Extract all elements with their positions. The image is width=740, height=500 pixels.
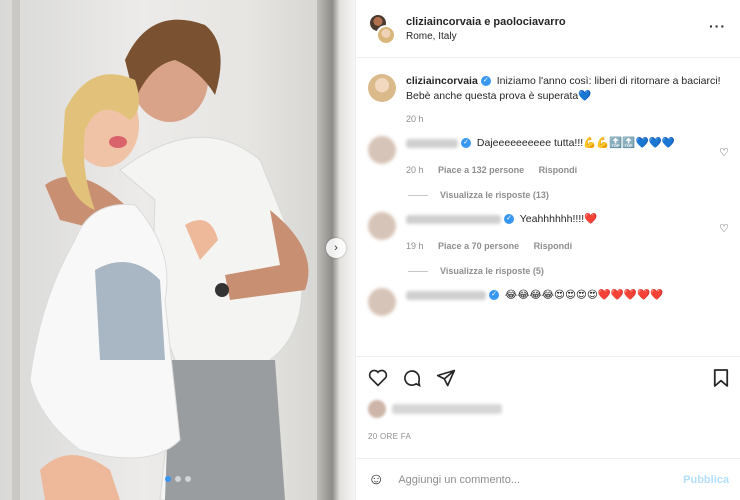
verified-icon: ✓: [489, 290, 499, 301]
comment-username-blurred[interactable]: [406, 138, 458, 148]
post-authors[interactable]: cliziaincorvaia e paolociavarro: [406, 16, 566, 28]
post-actions: [356, 356, 740, 398]
post-panel: cliziaincorvaia e paolociavarro Rome, It…: [355, 0, 740, 500]
carousel-dot: [184, 476, 191, 482]
likes-summary-blurred[interactable]: [368, 400, 502, 418]
comment-likes[interactable]: Piace a 132 persone: [438, 165, 524, 175]
carousel-dot: [174, 476, 181, 482]
verified-icon: ✓: [461, 138, 471, 149]
caption-time: 20 h: [406, 114, 424, 124]
comment-username-blurred[interactable]: [406, 214, 501, 224]
avatar[interactable]: [368, 136, 396, 164]
heart-icon[interactable]: [368, 369, 388, 387]
likes-text-blurred: [392, 404, 502, 414]
publish-button[interactable]: Pubblica: [683, 474, 729, 486]
share-icon[interactable]: [436, 368, 456, 388]
avatar[interactable]: [376, 24, 396, 45]
verified-icon: ✓: [504, 214, 514, 225]
carousel-dot: [164, 476, 171, 482]
comment: ✓ Dajeeeeeeeeee tutta!!!💪💪🔝🔝💙💙💙 20 h Pia…: [356, 124, 740, 178]
collab-avatars[interactable]: [368, 12, 396, 45]
post-location[interactable]: Rome, Italy: [406, 31, 566, 42]
comment: ✓ 😂😂😂😂😍😍😍😍❤️❤️❤️❤️❤️: [356, 276, 740, 316]
next-photo-button[interactable]: ›: [326, 238, 346, 258]
post-time-ago: 20 ORE FA: [368, 432, 412, 441]
reply-button[interactable]: Rispondi: [534, 241, 573, 251]
comment-time: 19 h: [406, 241, 424, 251]
avatar[interactable]: [368, 212, 396, 240]
comment: ✓ Yeahhhhhh!!!!❤️ 19 h Piace a 70 person…: [356, 200, 740, 254]
avatar[interactable]: [368, 74, 396, 102]
avatar[interactable]: [368, 288, 396, 316]
emoji-icon[interactable]: ☺: [368, 471, 384, 489]
comment-text: 😂😂😂😂😍😍😍😍❤️❤️❤️❤️❤️: [504, 289, 664, 301]
add-comment-bar: ☺ Pubblica: [356, 458, 740, 500]
comment-time: 20 h: [406, 165, 424, 175]
view-replies-button[interactable]: Visualizza le risposte (13): [356, 178, 740, 200]
carousel-dots: [0, 476, 355, 482]
couple-illustration: [29, 19, 309, 500]
avatar: [368, 400, 386, 418]
view-replies-button[interactable]: Visualizza le risposte (5): [356, 254, 740, 276]
comment-username-blurred[interactable]: [406, 290, 486, 300]
bookmark-icon[interactable]: [713, 368, 729, 388]
comment-text: Yeahhhhhh!!!!❤️: [519, 213, 598, 225]
reply-button[interactable]: Rispondi: [539, 165, 578, 175]
caption: cliziaincorvaia ✓ Iniziamo l'anno così: l…: [356, 58, 740, 124]
post-header: cliziaincorvaia e paolociavarro Rome, It…: [356, 0, 740, 58]
comment-likes[interactable]: Piace a 70 persone: [438, 241, 519, 251]
comments-list[interactable]: cliziaincorvaia ✓ Iniziamo l'anno così: l…: [356, 58, 740, 354]
comment-text: Dajeeeeeeeeee tutta!!!💪💪🔝🔝💙💙💙: [476, 137, 675, 149]
like-comment-icon[interactable]: ♡: [719, 146, 729, 159]
comment-icon[interactable]: [402, 368, 422, 388]
more-options-icon[interactable]: ···: [709, 18, 726, 34]
post-photo[interactable]: ›: [0, 0, 355, 500]
like-comment-icon[interactable]: ♡: [719, 222, 729, 235]
comment-input[interactable]: [398, 473, 684, 486]
verified-icon: ✓: [480, 76, 491, 87]
caption-username[interactable]: cliziaincorvaia: [406, 75, 478, 87]
